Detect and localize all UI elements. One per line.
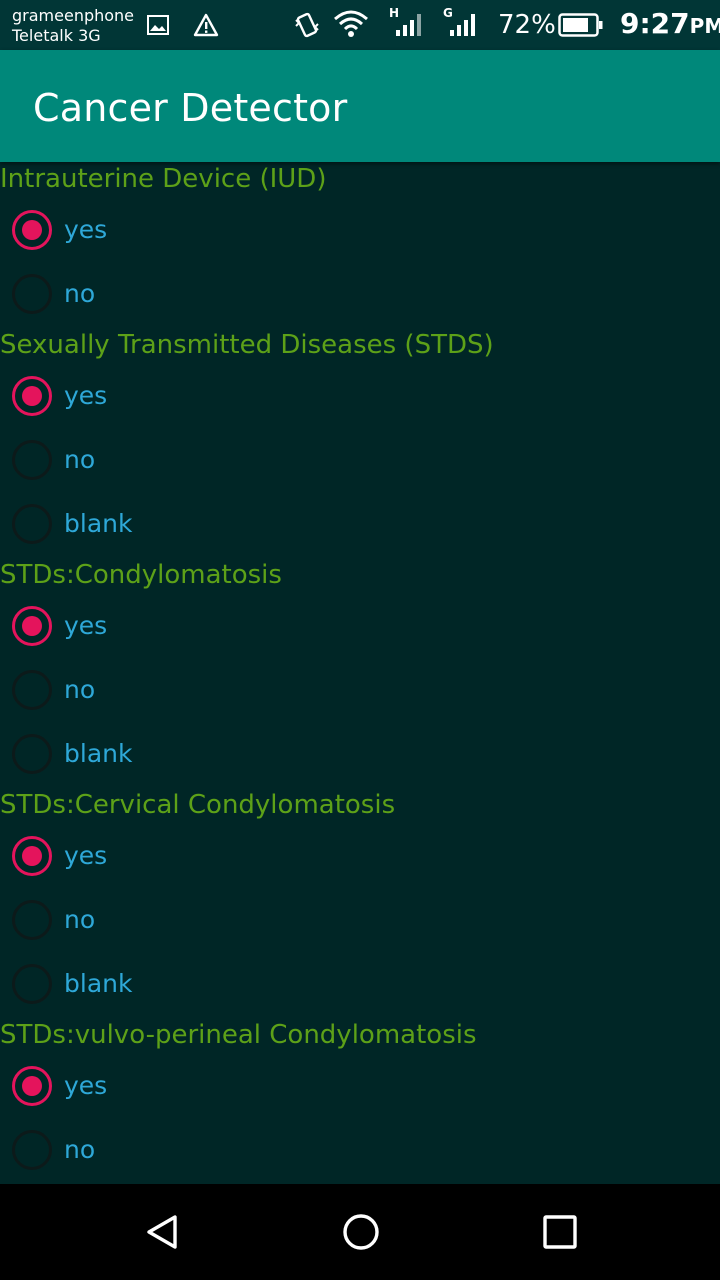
question-label-cervical-condylomatosis: STDs:Cervical Condylomatosis <box>0 790 396 820</box>
warning-icon <box>193 13 219 37</box>
radio-option-label: blank <box>64 739 133 768</box>
radio-unchecked-icon[interactable] <box>12 504 52 544</box>
radio-option-cervical-no[interactable]: no <box>0 888 720 952</box>
radio-checked-icon[interactable] <box>12 376 52 416</box>
radio-option-condylomatosis-yes[interactable]: yes <box>0 594 720 658</box>
radio-option-cervical-yes[interactable]: yes <box>0 824 720 888</box>
carrier-info: grameenphone Teletalk 3G <box>12 6 134 46</box>
app-bar: Cancer Detector <box>0 50 720 162</box>
radio-option-vulvo-yes[interactable]: yes <box>0 1054 720 1118</box>
navigation-bar <box>0 1184 720 1280</box>
radio-option-label: no <box>64 1135 96 1164</box>
radio-option-condylomatosis-no[interactable]: no <box>0 658 720 722</box>
radio-unchecked-icon[interactable] <box>12 274 52 314</box>
question-label-vulvo-perineal-condylomatosis: STDs:vulvo-perineal Condylomatosis <box>0 1020 477 1050</box>
clock-time: 9:27 <box>620 7 690 40</box>
status-bar: grameenphone Teletalk 3G H G 72% 9:27PM <box>0 0 720 50</box>
clock-ampm: PM <box>689 14 720 38</box>
radio-option-stds-yes[interactable]: yes <box>0 364 720 428</box>
battery-icon <box>558 13 603 37</box>
radio-checked-icon[interactable] <box>12 1066 52 1106</box>
recents-square-icon[interactable] <box>540 1212 580 1252</box>
radio-option-label: no <box>64 445 96 474</box>
radio-checked-icon[interactable] <box>12 606 52 646</box>
radio-option-label: no <box>64 279 96 308</box>
wifi-icon <box>334 10 368 37</box>
radio-checked-icon[interactable] <box>12 210 52 250</box>
radio-unchecked-icon[interactable] <box>12 1130 52 1170</box>
radio-option-label: yes <box>64 611 108 640</box>
signal2-bars-icon <box>450 14 475 36</box>
back-triangle-icon[interactable] <box>143 1212 183 1252</box>
radio-unchecked-icon[interactable] <box>12 670 52 710</box>
radio-option-label: yes <box>64 841 108 870</box>
radio-option-vulvo-no[interactable]: no <box>0 1118 720 1182</box>
radio-option-stds-no[interactable]: no <box>0 428 720 492</box>
radio-option-label: blank <box>64 509 133 538</box>
radio-option-label: no <box>64 675 96 704</box>
radio-option-label: yes <box>64 215 108 244</box>
radio-checked-icon[interactable] <box>12 836 52 876</box>
image-notification-icon <box>147 15 169 35</box>
carrier-secondary: Teletalk 3G <box>12 26 101 45</box>
clock: 9:27PM <box>620 7 720 41</box>
radio-option-iud-yes[interactable]: yes <box>0 198 720 262</box>
question-label-stds: Sexually Transmitted Diseases (STDS) <box>0 330 494 360</box>
radio-option-label: yes <box>64 381 108 410</box>
home-circle-icon[interactable] <box>341 1212 381 1252</box>
radio-option-label: blank <box>64 969 133 998</box>
form-scroll-area[interactable]: blank Intrauterine Device (IUD) yes no S… <box>0 162 720 1184</box>
battery-percent: 72% <box>498 10 556 40</box>
radio-option-stds-blank[interactable]: blank <box>0 492 720 556</box>
radio-unchecked-icon[interactable] <box>12 900 52 940</box>
vibrate-icon <box>295 12 319 38</box>
radio-unchecked-icon[interactable] <box>12 964 52 1004</box>
carrier-primary: grameenphone <box>12 6 135 25</box>
form-list: blank Intrauterine Device (IUD) yes no S… <box>0 162 720 1182</box>
radio-option-iud-no[interactable]: no <box>0 262 720 326</box>
app-title: Cancer Detector <box>33 86 348 130</box>
question-label-iud: Intrauterine Device (IUD) <box>0 164 327 194</box>
radio-unchecked-icon[interactable] <box>12 440 52 480</box>
question-label-condylomatosis: STDs:Condylomatosis <box>0 560 282 590</box>
radio-option-label: no <box>64 905 96 934</box>
radio-option-condylomatosis-blank[interactable]: blank <box>0 722 720 786</box>
radio-unchecked-icon[interactable] <box>12 734 52 774</box>
radio-option-cervical-blank[interactable]: blank <box>0 952 720 1016</box>
signal1-bars-icon <box>396 14 421 36</box>
radio-option-label: yes <box>64 1071 108 1100</box>
